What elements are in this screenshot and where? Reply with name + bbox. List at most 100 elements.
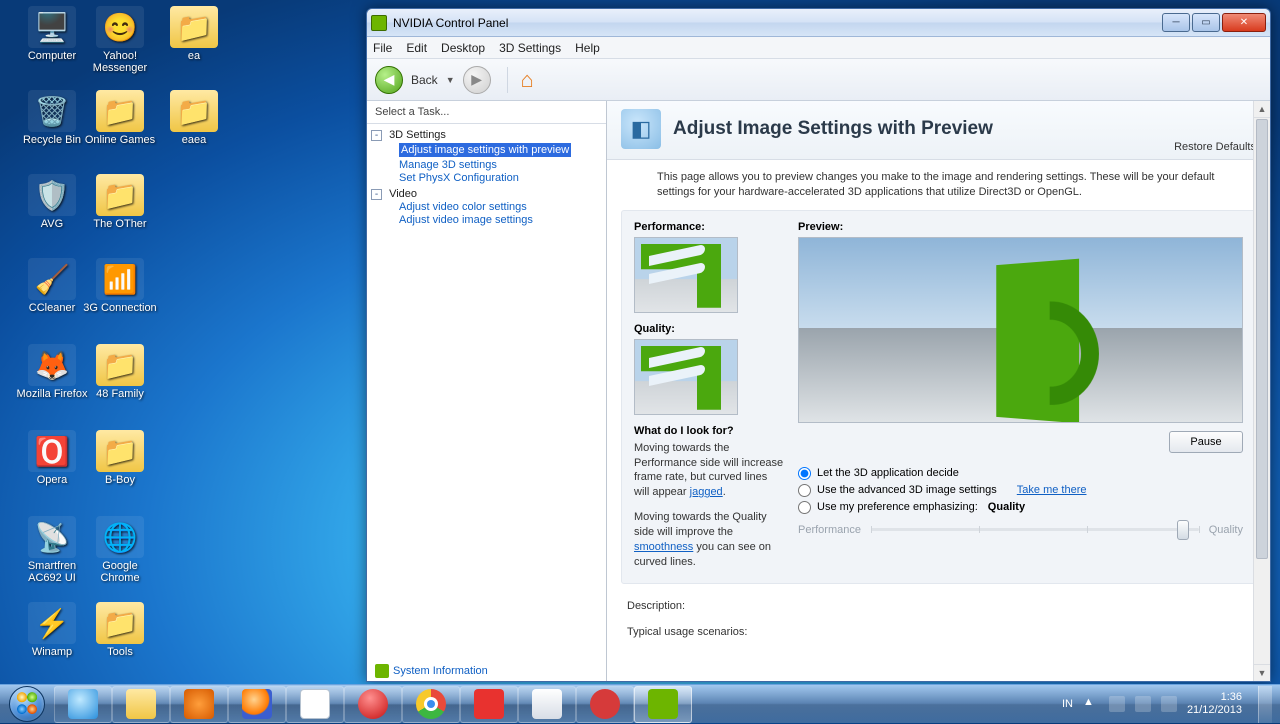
scroll-thumb[interactable] — [1256, 119, 1268, 559]
close-button[interactable]: ✕ — [1222, 13, 1266, 32]
take-me-there-link[interactable]: Take me there — [1017, 484, 1087, 496]
taskbar-notepad[interactable] — [286, 686, 344, 723]
tray-network-icon[interactable] — [1135, 696, 1151, 712]
tray-volume-icon[interactable] — [1161, 696, 1177, 712]
task-sidebar: Select a Task... - 3D Settings Adjust im… — [367, 101, 607, 681]
radio-use-preference[interactable]: Use my preference emphasizing: Quality — [798, 501, 1243, 514]
desktop-icon-mozilla-firefox[interactable]: 🦊Mozilla Firefox — [14, 344, 90, 400]
app-icon: ⚡ — [28, 602, 76, 644]
desktop-icon-opera[interactable]: 🅾️Opera — [14, 430, 90, 486]
desktop-icon-google-chrome[interactable]: 🌐Google Chrome — [82, 516, 158, 584]
quality-thumbnail — [634, 339, 738, 415]
jagged-link[interactable]: jagged — [690, 486, 723, 498]
desktop-icon-avg[interactable]: 🛡️AVG — [14, 174, 90, 230]
desktop-icon-online-games[interactable]: 📁Online Games — [82, 90, 158, 146]
nvidia-control-panel-window: NVIDIA Control Panel ─ ▭ ✕ File Edit Des… — [366, 8, 1271, 682]
folder-icon: 📁 — [96, 174, 144, 216]
slider-label-performance: Performance — [798, 524, 861, 536]
tree-item-adjust-video-color[interactable]: Adjust video color settings — [399, 201, 602, 213]
desktop-icon-label: Smartfren AC692 UI — [14, 560, 90, 584]
desktop-icon-ea[interactable]: 📁ea — [156, 6, 232, 62]
folder-icon: 📁 — [96, 344, 144, 386]
taskbar-opera[interactable] — [344, 686, 402, 723]
menu-bar: File Edit Desktop 3D Settings Help — [367, 37, 1270, 59]
main-content: ◧ Adjust Image Settings with Preview Res… — [607, 101, 1270, 681]
app-icon: 🗑️ — [28, 90, 76, 132]
tree-collapse-icon[interactable]: - — [371, 130, 382, 141]
desktop-icon-48-family[interactable]: 📁48 Family — [82, 344, 158, 400]
taskbar-ie[interactable] — [54, 686, 112, 723]
system-information-link[interactable]: System Information — [375, 664, 488, 678]
desktop-icon-tools[interactable]: 📁Tools — [82, 602, 158, 658]
desktop-icon-smartfren-ac692-ui[interactable]: 📡Smartfren AC692 UI — [14, 516, 90, 584]
menu-3d-settings[interactable]: 3D Settings — [499, 41, 561, 55]
taskbar-app2[interactable] — [576, 686, 634, 723]
slider-handle[interactable] — [1177, 520, 1189, 540]
folder-icon: 📁 — [170, 6, 218, 48]
desktop-icon-recycle-bin[interactable]: 🗑️ Recycle Bin — [14, 90, 90, 146]
folder-icon: 📁 — [170, 90, 218, 132]
scroll-up-button[interactable]: ▲ — [1254, 101, 1270, 118]
taskbar-chrome[interactable] — [402, 686, 460, 723]
menu-help[interactable]: Help — [575, 41, 600, 55]
scroll-down-button[interactable]: ▼ — [1254, 664, 1270, 681]
app-icon: 📡 — [28, 516, 76, 558]
taskbar-explorer[interactable] — [112, 686, 170, 723]
titlebar[interactable]: NVIDIA Control Panel ─ ▭ ✕ — [367, 9, 1270, 37]
taskbar-smartfren[interactable] — [460, 686, 518, 723]
desktop-icon-winamp[interactable]: ⚡Winamp — [14, 602, 90, 658]
home-icon[interactable]: ⌂ — [507, 67, 533, 93]
desktop-icon-yahoo-messenger[interactable]: 😊Yahoo! Messenger — [82, 6, 158, 74]
tree-item-manage-3d-settings[interactable]: Manage 3D settings — [399, 159, 602, 171]
app-icon: 🧹 — [28, 258, 76, 300]
tree-item-adjust-image-settings[interactable]: Adjust image settings with preview — [399, 143, 571, 157]
windows-orb-icon — [9, 686, 45, 722]
preference-slider[interactable] — [871, 528, 1199, 531]
app-icon: 🌐 — [96, 516, 144, 558]
tray-clock[interactable]: 1:36 21/12/2013 — [1187, 691, 1242, 716]
maximize-button[interactable]: ▭ — [1192, 13, 1220, 32]
page-icon: ◧ — [621, 109, 661, 149]
menu-desktop[interactable]: Desktop — [441, 41, 485, 55]
desktop-icon-label: Recycle Bin — [14, 134, 90, 146]
forward-button[interactable]: ▶ — [463, 66, 491, 94]
window-title: NVIDIA Control Panel — [393, 16, 1162, 30]
desktop-icon-3g-connection[interactable]: 📶3G Connection — [82, 258, 158, 314]
tree-item-adjust-video-image[interactable]: Adjust video image settings — [399, 214, 602, 226]
back-button[interactable]: ◀ — [375, 66, 403, 94]
tray-show-hidden-icon[interactable]: ▲ — [1083, 696, 1099, 712]
vertical-scrollbar[interactable]: ▲ ▼ — [1253, 101, 1270, 681]
desktop-icon-b-boy[interactable]: 📁B-Boy — [82, 430, 158, 486]
taskbar: IN ▲ 1:36 21/12/2013 — [0, 684, 1280, 723]
settings-panel: Performance: Quality: What do I look for… — [621, 210, 1256, 585]
desktop-icon-ccleaner[interactable]: 🧹CCleaner — [14, 258, 90, 314]
smoothness-link[interactable]: smoothness — [634, 541, 693, 553]
tree-item-set-physx[interactable]: Set PhysX Configuration — [399, 172, 602, 184]
restore-defaults-link[interactable]: Restore Defaults — [1174, 141, 1256, 153]
radio-use-advanced[interactable]: Use the advanced 3D image settings Take … — [798, 484, 1243, 497]
pause-button[interactable]: Pause — [1169, 431, 1243, 453]
description-label: Description: — [627, 600, 1250, 612]
tray-language[interactable]: IN — [1062, 698, 1073, 710]
tree-collapse-icon[interactable]: - — [371, 189, 382, 200]
taskbar-wmp[interactable] — [170, 686, 228, 723]
desktop-icon-eaea[interactable]: 📁eaea — [156, 90, 232, 146]
desktop-icon-computer[interactable]: 🖥️Computer — [14, 6, 90, 62]
tray-flag-icon[interactable] — [1109, 696, 1125, 712]
back-dropdown-icon[interactable]: ▼ — [446, 75, 455, 85]
taskbar-firefox[interactable] — [228, 686, 286, 723]
quality-label: Quality: — [634, 323, 784, 335]
menu-edit[interactable]: Edit — [406, 41, 427, 55]
nvidia-icon — [375, 664, 389, 678]
menu-file[interactable]: File — [373, 41, 392, 55]
radio-let-app-decide[interactable]: Let the 3D application decide — [798, 467, 1243, 480]
taskbar-nvidia-control-panel[interactable] — [634, 686, 692, 723]
desktop-icon-label: Computer — [14, 50, 90, 62]
taskbar-app1[interactable] — [518, 686, 576, 723]
start-button[interactable] — [0, 685, 54, 724]
tree-group-video[interactable]: Video — [389, 188, 417, 200]
desktop-icon-the-other[interactable]: 📁The OTher — [82, 174, 158, 230]
tree-group-3d-settings[interactable]: 3D Settings — [389, 129, 446, 141]
minimize-button[interactable]: ─ — [1162, 13, 1190, 32]
show-desktop-button[interactable] — [1258, 686, 1272, 723]
